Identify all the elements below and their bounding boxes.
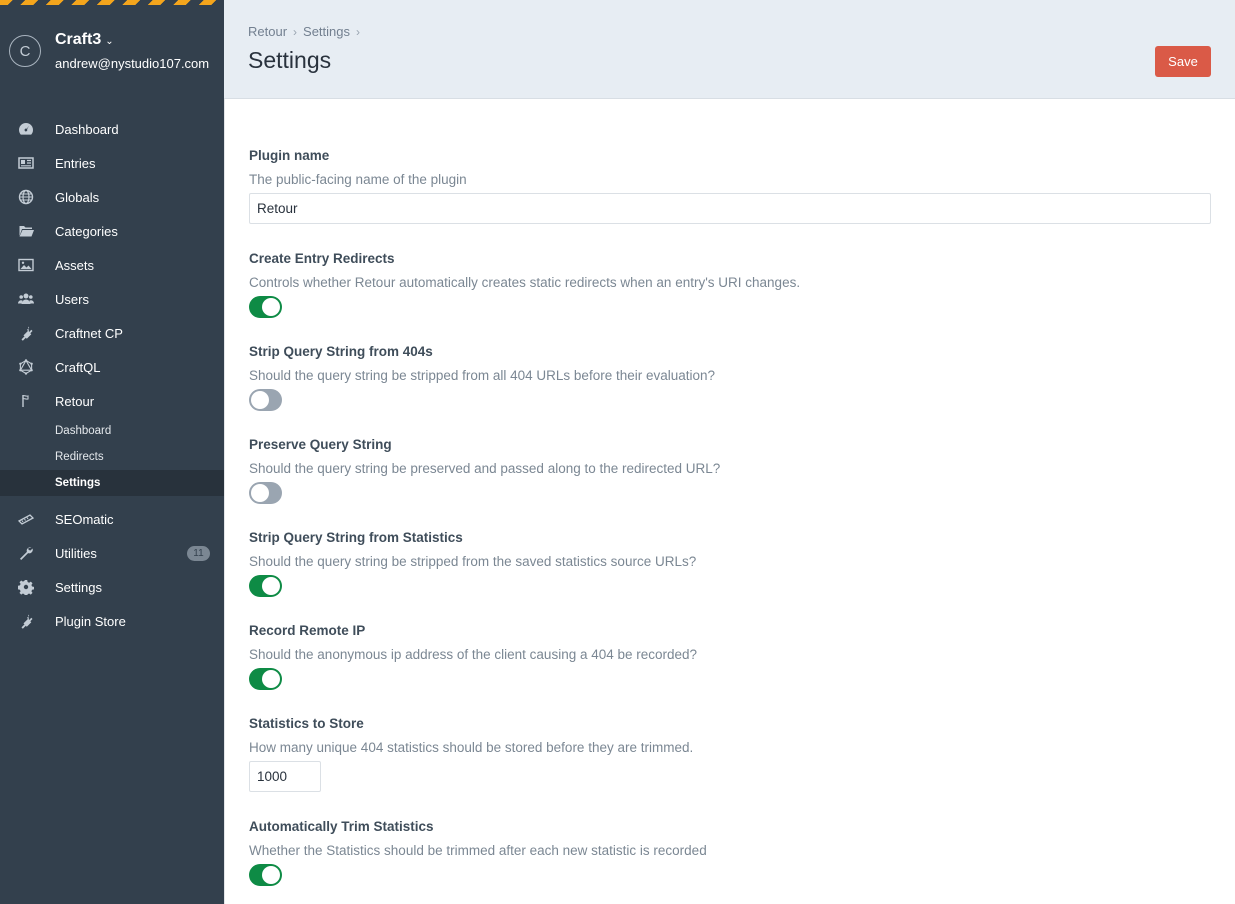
field-label: Plugin name bbox=[249, 148, 330, 163]
field-plugin-name: Plugin name The public-facing name of th… bbox=[249, 148, 1211, 224]
field-label: Strip Query String from Statistics bbox=[249, 530, 463, 545]
sub-item-retour-dashboard[interactable]: Dashboard bbox=[0, 418, 224, 444]
site-switcher[interactable]: Craft3 ⌄ bbox=[55, 31, 114, 49]
users-icon bbox=[17, 291, 34, 308]
save-button[interactable]: Save bbox=[1155, 46, 1211, 77]
graphql-icon bbox=[17, 359, 34, 376]
nav-item-assets[interactable]: Assets bbox=[0, 248, 224, 282]
breadcrumb-separator-icon: › bbox=[356, 24, 361, 39]
nav-item-users[interactable]: Users bbox=[0, 282, 224, 316]
nav-item-label: Globals bbox=[55, 189, 100, 205]
nav-item-plugin-store[interactable]: Plugin Store bbox=[0, 604, 224, 638]
gear-icon bbox=[17, 579, 34, 596]
field-label: Strip Query String from 404s bbox=[249, 344, 433, 359]
nav-item-craftnet-cp[interactable]: Craftnet CP bbox=[0, 316, 224, 350]
field-label: Create Entry Redirects bbox=[249, 251, 395, 266]
sidebar: C Craft3 ⌄ andrew@nystudio107.com Dashbo… bbox=[0, 0, 224, 904]
globe-icon bbox=[17, 189, 34, 206]
settings-form: Plugin name The public-facing name of th… bbox=[224, 99, 1235, 904]
entries-icon bbox=[17, 155, 34, 172]
toggle-knob bbox=[251, 484, 269, 502]
nav-item-label: Settings bbox=[55, 579, 102, 595]
nav-item-label: Users bbox=[55, 291, 89, 307]
sub-item-retour-redirects[interactable]: Redirects bbox=[0, 444, 224, 470]
field-auto-trim: Automatically Trim Statistics Whether th… bbox=[249, 819, 1211, 886]
nav-item-label: Utilities bbox=[55, 545, 97, 561]
toggle-knob bbox=[262, 298, 280, 316]
field-description: Should the anonymous ip address of the c… bbox=[249, 647, 698, 662]
toggle-knob bbox=[262, 670, 280, 688]
create-entry-redirects-toggle[interactable] bbox=[249, 296, 282, 318]
record-remote-ip-toggle[interactable] bbox=[249, 668, 282, 690]
statistics-to-store-input[interactable]: 1000 bbox=[249, 761, 321, 792]
nav-item-globals[interactable]: Globals bbox=[0, 180, 224, 214]
sub-item-retour-settings[interactable]: Settings bbox=[0, 470, 224, 496]
field-description: Should the query string be stripped from… bbox=[249, 368, 716, 383]
field-record-remote-ip: Record Remote IP Should the anonymous ip… bbox=[249, 623, 1211, 690]
field-description: Controls whether Retour automatically cr… bbox=[249, 275, 801, 290]
page-header: Retour › Settings › Settings Save bbox=[224, 0, 1235, 99]
toggle-knob bbox=[262, 577, 280, 595]
nav-item-seomatic[interactable]: SEOmatic bbox=[0, 502, 224, 536]
nav-item-label: SEOmatic bbox=[55, 511, 114, 527]
dev-mode-stripe bbox=[0, 0, 224, 5]
nav-item-label: Entries bbox=[55, 155, 96, 171]
breadcrumb-settings[interactable]: Settings bbox=[303, 24, 350, 39]
plug-icon bbox=[17, 325, 34, 342]
field-label: Record Remote IP bbox=[249, 623, 366, 638]
nav-item-label: Dashboard bbox=[55, 121, 119, 137]
preserve-query-toggle[interactable] bbox=[249, 482, 282, 504]
nav-item-dashboard[interactable]: Dashboard bbox=[0, 112, 224, 146]
breadcrumb-retour[interactable]: Retour bbox=[248, 24, 287, 39]
field-label: Preserve Query String bbox=[249, 437, 392, 452]
main-nav: Dashboard Entries Globals Categories Ass… bbox=[0, 112, 224, 638]
plug-icon bbox=[17, 613, 34, 630]
dashboard-icon bbox=[17, 121, 34, 138]
strip-query-404-toggle[interactable] bbox=[249, 389, 282, 411]
user-email[interactable]: andrew@nystudio107.com bbox=[55, 56, 209, 71]
nav-item-retour[interactable]: Retour bbox=[0, 384, 224, 418]
field-description: Should the query string be preserved and… bbox=[249, 461, 721, 476]
nav-item-label: Plugin Store bbox=[55, 613, 126, 629]
strip-query-stats-toggle[interactable] bbox=[249, 575, 282, 597]
image-icon bbox=[17, 257, 34, 274]
field-create-entry-redirects: Create Entry Redirects Controls whether … bbox=[249, 251, 1211, 318]
field-label: Statistics to Store bbox=[249, 716, 364, 731]
toggle-knob bbox=[251, 391, 269, 409]
site-avatar[interactable]: C bbox=[9, 35, 41, 67]
field-description: Whether the Statistics should be trimmed… bbox=[249, 843, 707, 858]
seomatic-icon bbox=[17, 511, 34, 528]
nav-item-settings[interactable]: Settings bbox=[0, 570, 224, 604]
site-name: Craft3 bbox=[55, 31, 102, 48]
nav-item-craftql[interactable]: CraftQL bbox=[0, 350, 224, 384]
nav-item-label: Categories bbox=[55, 223, 118, 239]
field-statistics-to-store: Statistics to Store How many unique 404 … bbox=[249, 716, 1211, 792]
nav-item-categories[interactable]: Categories bbox=[0, 214, 224, 248]
field-description: How many unique 404 statistics should be… bbox=[249, 740, 694, 755]
folder-icon bbox=[17, 223, 34, 240]
breadcrumb: Retour › Settings › bbox=[248, 24, 360, 39]
nav-item-utilities[interactable]: Utilities 11 bbox=[0, 536, 224, 570]
wrench-icon bbox=[17, 545, 34, 562]
field-description: Should the query string be stripped from… bbox=[249, 554, 697, 569]
field-description: The public-facing name of the plugin bbox=[249, 172, 467, 187]
toggle-knob bbox=[262, 866, 280, 884]
nav-item-label: CraftQL bbox=[55, 359, 101, 375]
plugin-name-input[interactable]: Retour bbox=[249, 193, 1211, 224]
breadcrumb-separator-icon: › bbox=[293, 24, 298, 39]
field-strip-query-404: Strip Query String from 404s Should the … bbox=[249, 344, 1211, 411]
auto-trim-toggle[interactable] bbox=[249, 864, 282, 886]
field-preserve-query: Preserve Query String Should the query s… bbox=[249, 437, 1211, 504]
field-strip-query-stats: Strip Query String from Statistics Shoul… bbox=[249, 530, 1211, 597]
utilities-badge: 11 bbox=[187, 546, 210, 561]
page-title: Settings bbox=[248, 47, 332, 73]
field-label: Automatically Trim Statistics bbox=[249, 819, 434, 834]
nav-item-entries[interactable]: Entries bbox=[0, 146, 224, 180]
nav-item-label: Retour bbox=[55, 393, 95, 409]
flag-icon bbox=[17, 393, 34, 410]
nav-item-label: Assets bbox=[55, 257, 95, 273]
chevron-down-icon: ⌄ bbox=[105, 35, 114, 47]
nav-item-label: Craftnet CP bbox=[55, 325, 123, 341]
